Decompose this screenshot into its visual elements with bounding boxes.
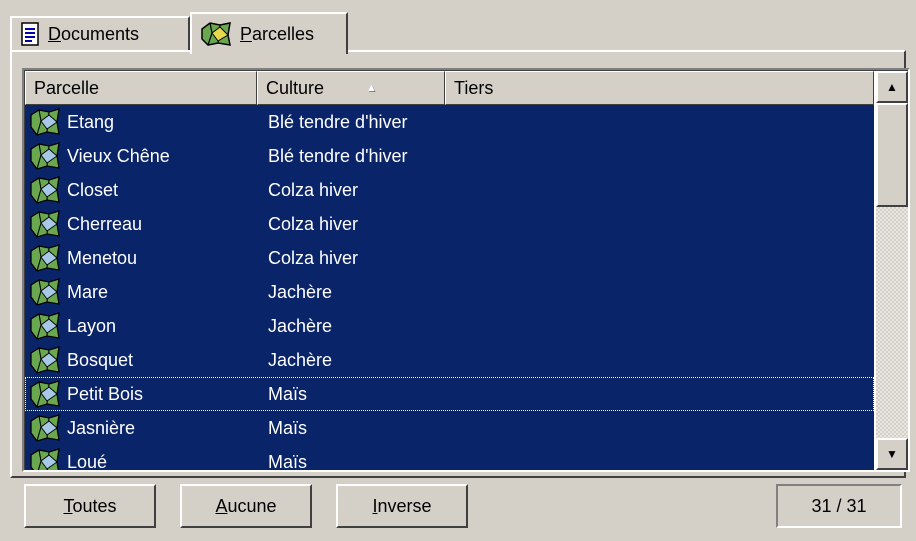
- document-icon: [21, 22, 39, 46]
- cell-culture: Colza hiver: [268, 180, 359, 200]
- cell-parcelle: Closet: [67, 180, 119, 200]
- parcel-map-icon: [201, 22, 231, 46]
- cell-culture: Blé tendre d'hiver: [268, 146, 408, 166]
- cell-culture: Jachère: [268, 316, 333, 336]
- table-row[interactable]: Mare Jachère: [25, 275, 874, 309]
- cell-culture: Colza hiver: [268, 214, 359, 234]
- column-header-culture[interactable]: Culture ▲: [257, 71, 445, 105]
- parcel-icon: [30, 210, 60, 238]
- scroll-thumb[interactable]: [876, 103, 908, 207]
- vertical-scrollbar[interactable]: ▲ ▼: [876, 71, 908, 470]
- table-row[interactable]: Petit Bois Maïs: [25, 377, 874, 411]
- cell-parcelle: Etang: [67, 112, 115, 132]
- cell-culture: Maïs: [268, 452, 308, 470]
- scroll-up-button[interactable]: ▲: [876, 71, 908, 103]
- parcel-icon: [30, 380, 60, 408]
- parcel-icon: [30, 142, 60, 170]
- table-row[interactable]: Closet Colza hiver: [25, 173, 874, 207]
- cell-culture: Maïs: [268, 384, 308, 404]
- cell-parcelle: Petit Bois: [67, 384, 144, 404]
- parcel-icon: [30, 278, 60, 306]
- cell-parcelle: Mare: [67, 282, 109, 302]
- cell-culture: Jachère: [268, 350, 333, 370]
- cell-culture: Blé tendre d'hiver: [268, 112, 408, 132]
- parcel-list[interactable]: Parcelle Culture ▲ Tiers Etang Blé tendre …: [22, 68, 910, 472]
- arrow-up-icon: ▲: [886, 80, 898, 94]
- list-rows: Etang Blé tendre d'hiver Vieux Chêne Blé te…: [25, 105, 874, 470]
- selection-counter: 31 / 31: [776, 484, 902, 528]
- select-none-button[interactable]: Aucune: [180, 484, 312, 528]
- table-row[interactable]: Menetou Colza hiver: [25, 241, 874, 275]
- parcel-icon: [30, 448, 60, 470]
- tab-parcelles[interactable]: Parcelles: [190, 12, 348, 54]
- parcel-icon: [30, 414, 60, 442]
- parcel-icon: [30, 346, 60, 374]
- list-header: Parcelle Culture ▲ Tiers: [25, 71, 874, 105]
- scroll-down-button[interactable]: ▼: [876, 438, 908, 470]
- cell-parcelle: Jasnière: [67, 418, 136, 438]
- cell-parcelle: Cherreau: [67, 214, 143, 234]
- parcel-icon: [30, 312, 60, 340]
- select-all-button[interactable]: Toutes: [24, 484, 156, 528]
- cell-culture: Jachère: [268, 282, 333, 302]
- column-header-parcelle[interactable]: Parcelle: [25, 71, 257, 105]
- tab-parcelles-label: Parcelles: [240, 23, 315, 44]
- cell-parcelle: Vieux Chêne: [67, 146, 170, 166]
- table-row[interactable]: Layon Jachère: [25, 309, 874, 343]
- parcel-icon: [30, 176, 60, 204]
- parcel-icon: [30, 108, 60, 136]
- parcel-icon: [30, 244, 60, 272]
- arrow-down-icon: ▼: [886, 447, 898, 461]
- table-row[interactable]: Jasnière Maïs: [25, 411, 874, 445]
- table-row[interactable]: Etang Blé tendre d'hiver: [25, 105, 874, 139]
- tab-documents[interactable]: Documents: [10, 16, 190, 50]
- cell-culture: Colza hiver: [268, 248, 359, 268]
- table-row[interactable]: Bosquet Jachère: [25, 343, 874, 377]
- column-header-tiers[interactable]: Tiers: [445, 71, 874, 105]
- tab-documents-label: Documents: [48, 23, 140, 44]
- table-row[interactable]: Cherreau Colza hiver: [25, 207, 874, 241]
- table-row[interactable]: Loué Maïs: [25, 445, 874, 470]
- cell-parcelle: Bosquet: [67, 350, 134, 370]
- cell-parcelle: Layon: [67, 316, 117, 336]
- cell-parcelle: Loué: [67, 452, 108, 470]
- invert-selection-button[interactable]: Inverse: [336, 484, 468, 528]
- cell-culture: Maïs: [268, 418, 308, 438]
- table-row[interactable]: Vieux Chêne Blé tendre d'hiver: [25, 139, 874, 173]
- sort-ascending-icon: ▲: [366, 82, 377, 94]
- cell-parcelle: Menetou: [67, 248, 138, 268]
